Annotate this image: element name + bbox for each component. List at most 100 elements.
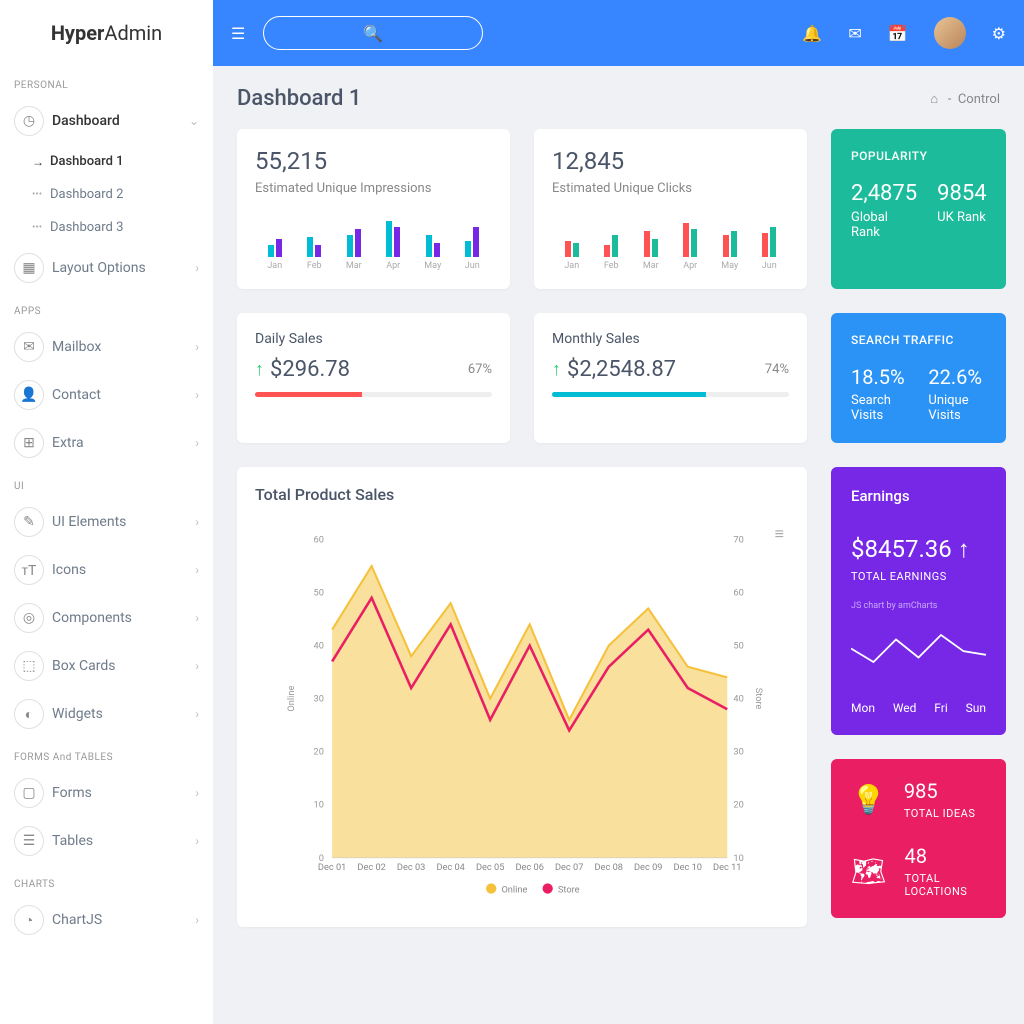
nav-dashboard[interactable]: ◷ Dashboard ⌄	[0, 97, 213, 145]
nav-extra[interactable]: ⊞Extra›	[0, 419, 213, 467]
person-icon: 👤	[14, 380, 44, 410]
nav-widgets[interactable]: ◐Widgets›	[0, 690, 213, 738]
svg-text:40: 40	[314, 641, 324, 652]
earnings-note: JS chart by amCharts	[851, 601, 986, 611]
nav-label: Dashboard	[52, 113, 120, 129]
nav-mailbox[interactable]: ✉Mailbox›	[0, 323, 213, 371]
main: ☰ 🔍 🔔 ✉ 📅 ⚙ Dashboard 1 ⌂ - Control 55,2…	[213, 0, 1024, 1024]
nav-icons[interactable]: ᴛTIcons›	[0, 546, 213, 594]
daily-pct: 67%	[468, 362, 492, 377]
svg-text:Dec 02: Dec 02	[357, 862, 385, 873]
product-sales-chart: ≡ 010203040506010203040506070Dec 01Dec 0…	[255, 519, 789, 909]
nav-dashboard-3[interactable]: •••Dashboard 3	[0, 211, 213, 244]
search-visits-value: 18.5%	[851, 365, 908, 389]
svg-text:60: 60	[314, 535, 324, 546]
global-rank-label: Global Rank	[851, 210, 917, 240]
chevron-right-icon: ›	[195, 834, 199, 848]
dots-icon: •••	[32, 222, 50, 233]
edit-icon: ✎	[14, 507, 44, 537]
map-icon: 🗺	[851, 855, 887, 888]
daily-title: Daily Sales	[255, 331, 492, 347]
nav-ui-elements[interactable]: ✎UI Elements›	[0, 498, 213, 546]
content: Dashboard 1 ⌂ - Control 55,215 Estimated…	[213, 66, 1024, 947]
nav-dashboard-1[interactable]: →Dashboard 1	[0, 145, 213, 178]
nav-components[interactable]: ◎Components›	[0, 594, 213, 642]
chevron-right-icon: ›	[195, 786, 199, 800]
uk-rank-value: 9854	[937, 181, 986, 206]
section-charts: CHARTS	[0, 865, 213, 896]
svg-text:50: 50	[314, 588, 324, 599]
nav-chartjs[interactable]: ◔ChartJS›	[0, 896, 213, 944]
bulb-icon: 💡	[851, 783, 886, 816]
svg-text:Dec 06: Dec 06	[515, 862, 543, 873]
nav-dashboard-2[interactable]: •••Dashboard 2	[0, 178, 213, 211]
topbar: ☰ 🔍 🔔 ✉ 📅 ⚙	[213, 0, 1024, 66]
ideas-label: TOTAL IDEAS	[904, 807, 975, 820]
earnings-card: Earnings $8457.36 ↑ TOTAL EARNINGS JS ch…	[831, 467, 1006, 735]
product-sales-card: Total Product Sales ≡ 010203040506010203…	[237, 467, 807, 927]
svg-text:30: 30	[733, 747, 743, 758]
grid-icon: ⊞	[14, 428, 44, 458]
section-apps: APPS	[0, 292, 213, 323]
nav-layout[interactable]: ▦Layout Options›	[0, 244, 213, 292]
impressions-label: Estimated Unique Impressions	[255, 181, 492, 196]
arrow-up-icon: ↑	[255, 359, 264, 380]
chevron-right-icon: ›	[195, 563, 199, 577]
svg-text:70: 70	[733, 535, 743, 546]
monthly-value: $2,2548.87	[567, 357, 676, 382]
monthly-progress	[552, 392, 789, 397]
unique-visits-value: 22.6%	[928, 365, 986, 389]
svg-text:Store: Store	[558, 885, 580, 896]
nav-forms[interactable]: ▢Forms›	[0, 769, 213, 817]
svg-text:60: 60	[733, 588, 743, 599]
section-ui: UI	[0, 467, 213, 498]
layout-icon: ▦	[14, 253, 44, 283]
chevron-right-icon: ›	[195, 913, 199, 927]
bell-icon[interactable]: 🔔	[802, 24, 822, 43]
clicks-label: Estimated Unique Clicks	[552, 181, 789, 196]
calendar-icon[interactable]: 📅	[888, 24, 908, 43]
hamburger-icon[interactable]: ☰	[231, 24, 245, 43]
nav-tables[interactable]: ☰Tables›	[0, 817, 213, 865]
uk-rank-label: UK Rank	[937, 210, 986, 225]
crumb-item[interactable]: Control	[958, 92, 1000, 107]
chart-menu-icon[interactable]: ≡	[775, 524, 784, 544]
clicks-card: 12,845 Estimated Unique Clicks JanFebMar…	[534, 129, 807, 289]
section-personal: PERSONAL	[0, 66, 213, 97]
earnings-value: $8457.36 ↑	[851, 535, 986, 564]
product-sales-title: Total Product Sales	[255, 485, 789, 504]
svg-text:Store: Store	[753, 688, 764, 710]
chart-icon: ◔	[14, 905, 44, 935]
gear-icon[interactable]: ⚙	[992, 24, 1006, 43]
svg-text:Dec 11: Dec 11	[713, 862, 741, 873]
ideas-card: 💡985TOTAL IDEAS 🗺48TOTAL LOCATIONS	[831, 759, 1006, 918]
earnings-title: Earnings	[851, 487, 986, 505]
breadcrumb: ⌂ - Control	[930, 91, 1000, 107]
nav-boxcards[interactable]: ⬚Box Cards›	[0, 642, 213, 690]
daily-progress	[255, 392, 492, 397]
page-header: Dashboard 1 ⌂ - Control	[237, 86, 1000, 111]
svg-text:10: 10	[314, 800, 324, 811]
search-input[interactable]: 🔍	[263, 16, 483, 50]
svg-text:Dec 03: Dec 03	[397, 862, 425, 873]
avatar[interactable]	[934, 17, 966, 49]
svg-text:Dec 04: Dec 04	[436, 862, 464, 873]
svg-text:30: 30	[314, 694, 324, 705]
home-icon[interactable]: ⌂	[930, 92, 938, 107]
svg-text:Dec 07: Dec 07	[555, 862, 583, 873]
svg-text:20: 20	[733, 800, 743, 811]
mail-icon[interactable]: ✉	[848, 24, 861, 43]
impressions-card: 55,215 Estimated Unique Impressions JanF…	[237, 129, 510, 289]
chevron-right-icon: ›	[195, 436, 199, 450]
search-icon: 🔍	[363, 24, 383, 43]
nav-contact[interactable]: 👤Contact›	[0, 371, 213, 419]
logo-light: Admin	[104, 21, 162, 45]
arrow-icon: →	[32, 155, 50, 169]
chevron-right-icon: ›	[195, 611, 199, 625]
logo-bold: Hyper	[51, 21, 105, 45]
locations-value: 48	[905, 844, 986, 868]
earnings-chart	[851, 626, 986, 686]
text-icon: ᴛT	[14, 555, 44, 585]
logo[interactable]: HyperAdmin	[0, 0, 213, 66]
chevron-right-icon: ›	[195, 261, 199, 275]
